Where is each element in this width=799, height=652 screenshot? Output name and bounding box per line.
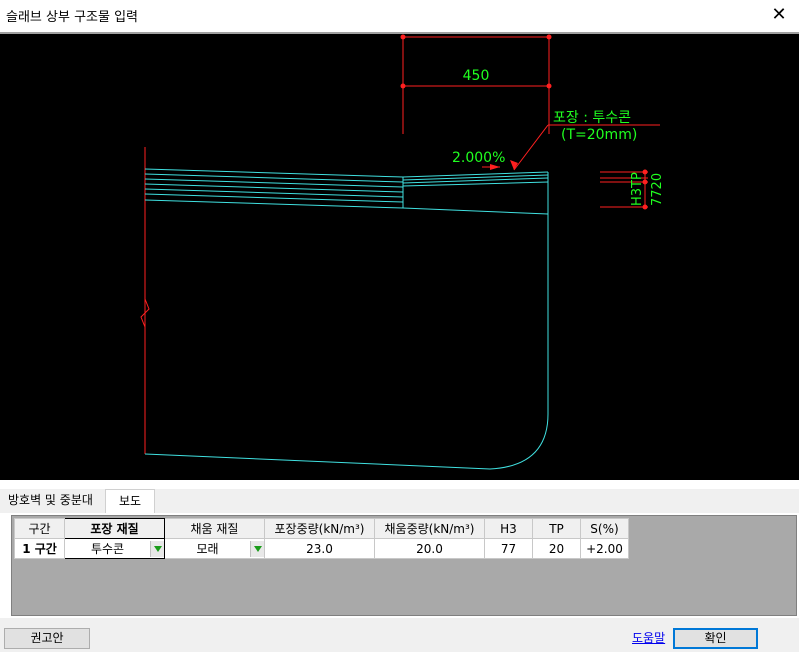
dropdown-arrow-icon[interactable] [150, 540, 164, 557]
help-link[interactable]: 도움말 [632, 629, 665, 646]
tab-sidewalk[interactable]: 보도 [105, 489, 155, 513]
fill-material-value: 모래 [196, 542, 219, 556]
header-section: 구간 [14, 518, 65, 539]
table-row: 1 구간 투수콘 모래 23.0 20.0 77 20 +2.00 [14, 538, 629, 559]
width-dim-text: 450 [463, 68, 490, 84]
cell-tp[interactable]: 20 [532, 538, 581, 559]
pavement-material-value: 투수콘 [90, 542, 125, 556]
header-fill-weight: 채움중량(kN/m³) [374, 518, 485, 539]
header-slope: S(%) [580, 518, 629, 539]
cell-h3[interactable]: 77 [484, 538, 533, 559]
grid-header-row: 구간 포장 재질 채움 재질 포장중량(kN/m³) 채움중량(kN/m³) H… [14, 518, 629, 539]
cell-fill-weight[interactable]: 20.0 [374, 538, 485, 559]
header-tp: TP [532, 518, 581, 539]
ok-button[interactable]: 확인 [673, 628, 758, 649]
dialog-footer: 권고안 도움말 확인 [0, 618, 799, 652]
dropdown-arrow-icon[interactable] [250, 540, 264, 557]
close-icon: ✕ [771, 3, 787, 25]
tab-bar: 방호벽 및 중분대 보도 [0, 489, 799, 513]
header-pavement-material: 포장 재질 [64, 518, 165, 539]
width-dimension [402, 36, 550, 134]
input-grid-panel: 구간 포장 재질 채움 재질 포장중량(kN/m³) 채움중량(kN/m³) H… [11, 515, 797, 616]
curb-block [402, 171, 549, 215]
cell-pavement-weight[interactable]: 23.0 [264, 538, 375, 559]
cell-slope[interactable]: +2.00 [580, 538, 629, 559]
tab-barrier-median[interactable]: 방호벽 및 중분대 [4, 489, 97, 513]
drawing-canvas: 450 포장 : 투수콘 (T=20mm) 2.000% H3TP 7720 [0, 32, 799, 480]
pavement-material-select[interactable]: 투수콘 [64, 538, 165, 559]
cross-section-drawing: 450 포장 : 투수콘 (T=20mm) 2.000% H3TP 7720 [140, 34, 665, 470]
thickness-label: (T=20mm) [561, 127, 637, 143]
input-grid: 구간 포장 재질 채움 재질 포장중량(kN/m³) 채움중량(kN/m³) H… [14, 518, 629, 559]
recommend-button[interactable]: 권고안 [4, 628, 90, 649]
pavement-label: 포장 : 투수콘 [553, 110, 631, 126]
slope-label: 2.000% [452, 150, 505, 166]
window-title: 슬래브 상부 구조물 입력 [6, 10, 138, 25]
pavement-layers [144, 168, 404, 209]
fill-material-select[interactable]: 모래 [164, 538, 265, 559]
header-h3: H3 [484, 518, 533, 539]
header-pavement-weight: 포장중량(kN/m³) [264, 518, 375, 539]
title-bar: 슬래브 상부 구조물 입력 ✕ [0, 0, 799, 30]
h3-tp-values: 7720 [650, 173, 665, 206]
h3-dim-label: H3TP [630, 172, 645, 206]
cell-section: 1 구간 [14, 538, 65, 559]
header-fill-material: 채움 재질 [164, 518, 265, 539]
slab-outline [144, 214, 549, 470]
close-button[interactable]: ✕ [759, 0, 799, 28]
